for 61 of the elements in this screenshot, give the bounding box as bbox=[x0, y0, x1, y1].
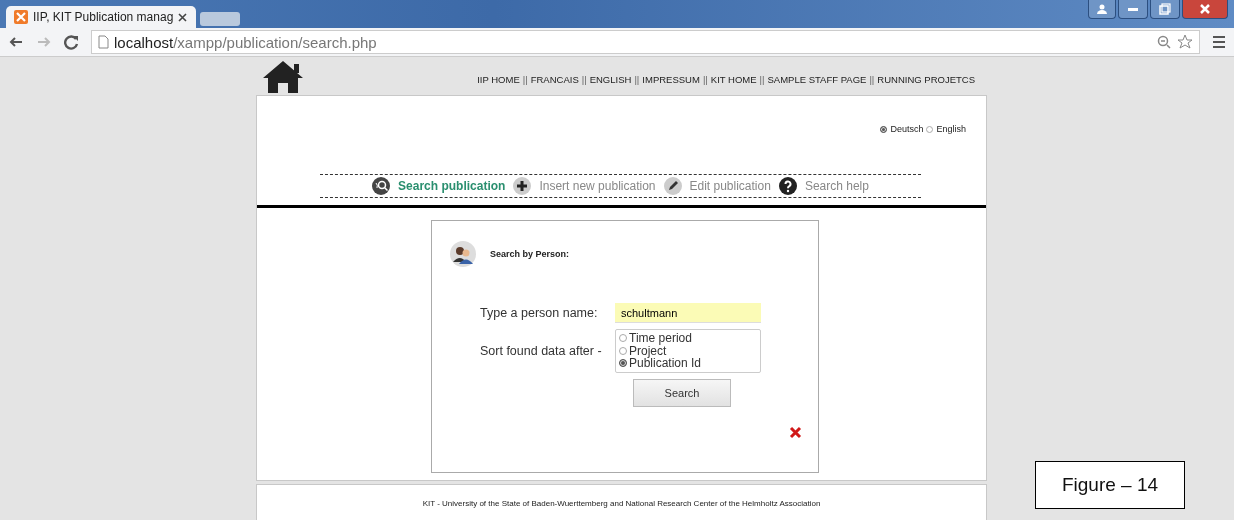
home-icon bbox=[262, 59, 304, 95]
browser-tab[interactable]: IIP, KIT Publication manag bbox=[6, 6, 196, 28]
option-label: Time period bbox=[629, 332, 692, 345]
field-label: Type a person name: bbox=[480, 306, 599, 320]
nav-separator: || bbox=[581, 74, 587, 85]
back-arrow-icon bbox=[8, 35, 24, 49]
close-button[interactable] bbox=[1182, 0, 1228, 19]
forward-arrow-icon bbox=[36, 35, 52, 49]
menu-link[interactable]: Search help bbox=[804, 179, 869, 193]
pencil-icon bbox=[663, 177, 682, 195]
tab-title: IIP, KIT Publication manag bbox=[33, 10, 174, 24]
restore-button[interactable] bbox=[1150, 0, 1180, 19]
nav-link[interactable]: IMPRESSUM bbox=[642, 74, 700, 85]
star-icon bbox=[1177, 34, 1193, 50]
option-label: Publication Id bbox=[629, 357, 702, 370]
nav-link[interactable]: RUNNING PROJETCS bbox=[877, 74, 975, 85]
restore-icon bbox=[1159, 3, 1171, 15]
nav-separator: || bbox=[759, 74, 765, 85]
name-input-field[interactable]: schultmann bbox=[615, 303, 761, 323]
section-title: Search by Person: bbox=[490, 249, 570, 259]
radio-button[interactable] bbox=[619, 346, 627, 355]
search-icon bbox=[372, 177, 391, 195]
nav-separator: || bbox=[702, 74, 708, 85]
close-icon bbox=[178, 12, 188, 22]
menu-icon bbox=[1212, 35, 1226, 49]
search-button[interactable]: Search bbox=[633, 378, 731, 407]
address-bar[interactable]: localhost/xampp/publication/search.php bbox=[91, 30, 1200, 54]
figure-label: Figure – 14 bbox=[1035, 461, 1185, 509]
radio-button[interactable] bbox=[880, 125, 888, 133]
page-icon bbox=[98, 35, 109, 49]
menu-link[interactable]: Search publication bbox=[398, 179, 506, 193]
nav-link[interactable]: FRANCAIS bbox=[530, 74, 579, 85]
radio-button[interactable] bbox=[619, 334, 627, 343]
help-icon bbox=[778, 177, 797, 195]
option-label: Project bbox=[629, 344, 667, 357]
url-text: localhost/xampp/publication/search.php bbox=[114, 33, 377, 51]
minimize-button[interactable] bbox=[1118, 0, 1148, 19]
nav-link[interactable]: KIT HOME bbox=[710, 74, 757, 85]
nav-separator: || bbox=[869, 74, 875, 85]
nav-separator: || bbox=[634, 74, 640, 85]
language-label: Deutsch bbox=[890, 124, 924, 134]
plus-icon bbox=[513, 177, 532, 195]
nav-link[interactable]: ENGLISH bbox=[589, 74, 632, 85]
footer-text: KIT - University of the State of Baden-Wuerttemberg and National Research Center of the Helmholtz Association bbox=[422, 499, 821, 508]
menu-link[interactable]: Edit publication bbox=[689, 179, 771, 193]
language-label: English bbox=[936, 124, 966, 134]
user-button[interactable] bbox=[1088, 0, 1116, 19]
nav-separator: || bbox=[522, 74, 528, 85]
radio-button[interactable] bbox=[926, 125, 934, 133]
nav-link[interactable]: SAMPLE STAFF PAGE bbox=[767, 74, 867, 85]
reload-icon bbox=[64, 34, 79, 50]
nav-link[interactable]: IIP HOME bbox=[477, 74, 520, 85]
minimize-icon bbox=[1128, 7, 1138, 11]
zoom-icon bbox=[1157, 35, 1171, 49]
people-icon bbox=[450, 241, 476, 267]
close-icon[interactable] bbox=[789, 426, 802, 439]
menu-link[interactable]: Insert new publication bbox=[539, 179, 656, 193]
close-icon bbox=[1199, 3, 1211, 15]
user-icon bbox=[1096, 3, 1108, 15]
field-label: Sort found data after - bbox=[480, 343, 603, 358]
favicon-icon bbox=[14, 10, 28, 24]
